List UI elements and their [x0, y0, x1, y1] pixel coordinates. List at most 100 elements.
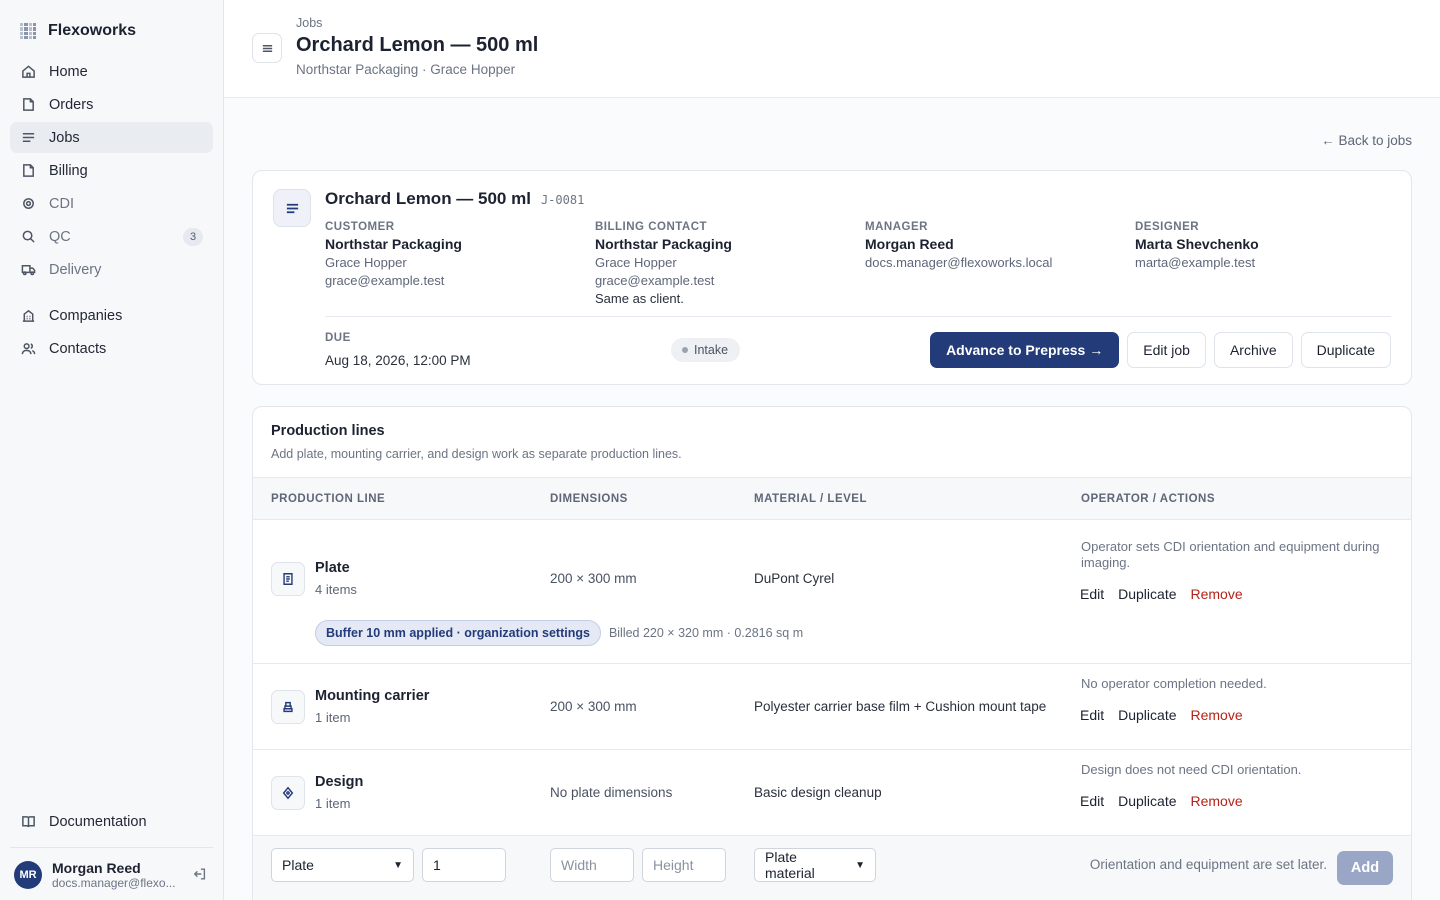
duplicate-line-button[interactable]: Duplicate: [1111, 582, 1183, 606]
duplicate-line-button[interactable]: Duplicate: [1111, 703, 1183, 727]
column-header: MATERIAL / LEVEL: [754, 492, 867, 505]
breadcrumb[interactable]: Jobs: [296, 16, 538, 30]
remove-line-button[interactable]: Remove: [1184, 789, 1250, 813]
status-dot-icon: [682, 346, 688, 353]
quantity-input[interactable]: 1: [422, 848, 506, 882]
duplicate-line-button[interactable]: Duplicate: [1111, 789, 1183, 813]
operator-note: Design does not need CDI orientation.: [1081, 762, 1302, 777]
book-icon: [20, 814, 36, 830]
customer-info: CUSTOMER Northstar Packaging Grace Hoppe…: [325, 221, 595, 306]
chevron-down-icon: ▼: [393, 859, 403, 871]
sidebar-item-label: Orders: [49, 96, 94, 113]
page-subtitle: Northstar Packaging · Grace Hopper: [296, 62, 516, 77]
sidebar-item-label: Home: [49, 63, 88, 80]
sidebar-item-delivery[interactable]: Delivery: [10, 254, 213, 285]
width-input[interactable]: Width: [550, 848, 634, 882]
search-icon: [20, 229, 36, 245]
user-email: docs.manager@flexo...: [52, 876, 176, 890]
line-material: DuPont Cyrel: [754, 571, 835, 586]
sidebar-item-label: Billing: [49, 162, 88, 179]
line-material: Basic design cleanup: [754, 785, 882, 800]
remove-line-button[interactable]: Remove: [1184, 703, 1250, 727]
sidebar-item-contacts[interactable]: Contacts: [10, 333, 213, 364]
brand[interactable]: Flexoworks: [10, 16, 213, 50]
sidebar-item-label: Documentation: [49, 813, 147, 830]
manager-email: docs.manager@flexoworks.local: [865, 255, 1053, 270]
logout-icon[interactable]: [193, 867, 209, 883]
menu-toggle-button[interactable]: [252, 33, 282, 63]
status-badge: Intake: [671, 337, 741, 362]
billing-contact-info: BILLING CONTACT Northstar Packaging Grac…: [595, 221, 865, 306]
table-row: Plate 4 items 200 × 300 mm DuPont Cyrel …: [253, 520, 1411, 664]
sidebar-item-label: CDI: [49, 195, 74, 212]
billing-label: BILLING CONTACT: [595, 221, 708, 233]
users-icon: [20, 341, 36, 357]
table-row: Mounting carrier 1 item 200 × 300 mm Pol…: [253, 664, 1411, 750]
sidebar-item-qc[interactable]: QC 3: [10, 221, 213, 252]
add-line-button[interactable]: Add: [1337, 851, 1393, 885]
table-row: Design 1 item No plate dimensions Basic …: [253, 750, 1411, 836]
home-icon: [20, 64, 36, 80]
billing-email: grace@example.test: [595, 273, 715, 288]
target-icon: [20, 196, 36, 212]
line-dimensions: 200 × 300 mm: [550, 571, 637, 586]
page-header: Jobs Orchard Lemon — 500 ml Northstar Pa…: [224, 0, 1440, 98]
line-dimensions: 200 × 300 mm: [550, 699, 637, 714]
billing-company: Northstar Packaging: [595, 236, 732, 252]
add-form-note: Orientation and equipment are set later.: [1089, 857, 1327, 872]
duplicate-job-button[interactable]: Duplicate: [1300, 331, 1391, 368]
add-line-form: Plate ▼ 1 Width Height Plate material ▼ …: [253, 836, 1411, 900]
production-lines-subtitle: Add plate, mounting carrier, and design …: [271, 447, 682, 461]
user-profile[interactable]: MR Morgan Reed docs.manager@flexo...: [10, 847, 213, 890]
line-material: Polyester carrier base film + Cushion mo…: [754, 699, 1047, 714]
sidebar-item-orders[interactable]: Orders: [10, 89, 213, 120]
sidebar-item-home[interactable]: Home: [10, 56, 213, 87]
manager-label: MANAGER: [865, 221, 928, 233]
advance-to-prepress-button[interactable]: Advance to Prepress →: [930, 331, 1120, 368]
sidebar: Flexoworks Home Orders Jobs Billing CDI: [0, 0, 224, 900]
sidebar-item-label: Contacts: [49, 340, 107, 357]
edit-job-button[interactable]: Edit job: [1127, 331, 1206, 368]
height-input[interactable]: Height: [642, 848, 726, 882]
job-summary-card: Orchard Lemon — 500 ml J-0081 CUSTOMER N…: [252, 170, 1412, 385]
sidebar-item-label: QC: [49, 228, 71, 245]
edit-line-button[interactable]: Edit: [1073, 582, 1111, 606]
billing-person: Grace Hopper: [595, 255, 677, 270]
folder-icon: [20, 97, 36, 113]
sidebar-item-documentation[interactable]: Documentation: [10, 806, 213, 837]
designer-name: Marta Shevchenko: [1135, 236, 1259, 252]
edit-line-button[interactable]: Edit: [1073, 789, 1111, 813]
customer-person: Grace Hopper: [325, 255, 407, 270]
column-header: DIMENSIONS: [550, 492, 628, 505]
line-name: Mounting carrier: [315, 688, 430, 704]
operator-note: No operator completion needed.: [1081, 676, 1267, 691]
back-to-jobs-link[interactable]: ← Back to jobs: [1321, 133, 1412, 148]
line-count: 1 item: [315, 710, 351, 725]
production-lines-title: Production lines: [271, 423, 385, 439]
line-type-select[interactable]: Plate ▼: [271, 848, 414, 882]
job-list-icon: [273, 189, 311, 227]
customer-email: grace@example.test: [325, 273, 445, 288]
building-icon: [20, 308, 36, 324]
job-title: Orchard Lemon — 500 ml: [325, 189, 531, 208]
designer-label: DESIGNER: [1135, 221, 1200, 233]
buffer-badge: Buffer 10 mm applied · organization sett…: [315, 620, 601, 646]
edit-line-button[interactable]: Edit: [1073, 703, 1111, 727]
page-title: Orchard Lemon — 500 ml: [296, 34, 539, 56]
remove-line-button[interactable]: Remove: [1184, 582, 1250, 606]
material-select[interactable]: Plate material ▼: [754, 848, 876, 882]
sidebar-item-billing[interactable]: Billing: [10, 155, 213, 186]
due-value: Aug 18, 2026, 12:00 PM: [325, 352, 471, 368]
status-label: Intake: [694, 342, 729, 357]
user-name: Morgan Reed: [52, 860, 141, 876]
sidebar-item-companies[interactable]: Companies: [10, 300, 213, 331]
brand-logo-icon: [20, 23, 36, 39]
sidebar-nav: Home Orders Jobs Billing CDI QC 3 Delive…: [10, 56, 213, 366]
operator-note: Operator sets CDI orientation and equipm…: [1081, 539, 1380, 570]
manager-info: MANAGER Morgan Reed docs.manager@flexowo…: [865, 221, 1135, 306]
sidebar-item-jobs[interactable]: Jobs: [10, 122, 213, 153]
customer-company: Northstar Packaging: [325, 236, 462, 252]
archive-button[interactable]: Archive: [1213, 331, 1293, 368]
sidebar-item-cdi[interactable]: CDI: [10, 188, 213, 219]
designer-info: DESIGNER Marta Shevchenko marta@example.…: [1135, 221, 1391, 306]
